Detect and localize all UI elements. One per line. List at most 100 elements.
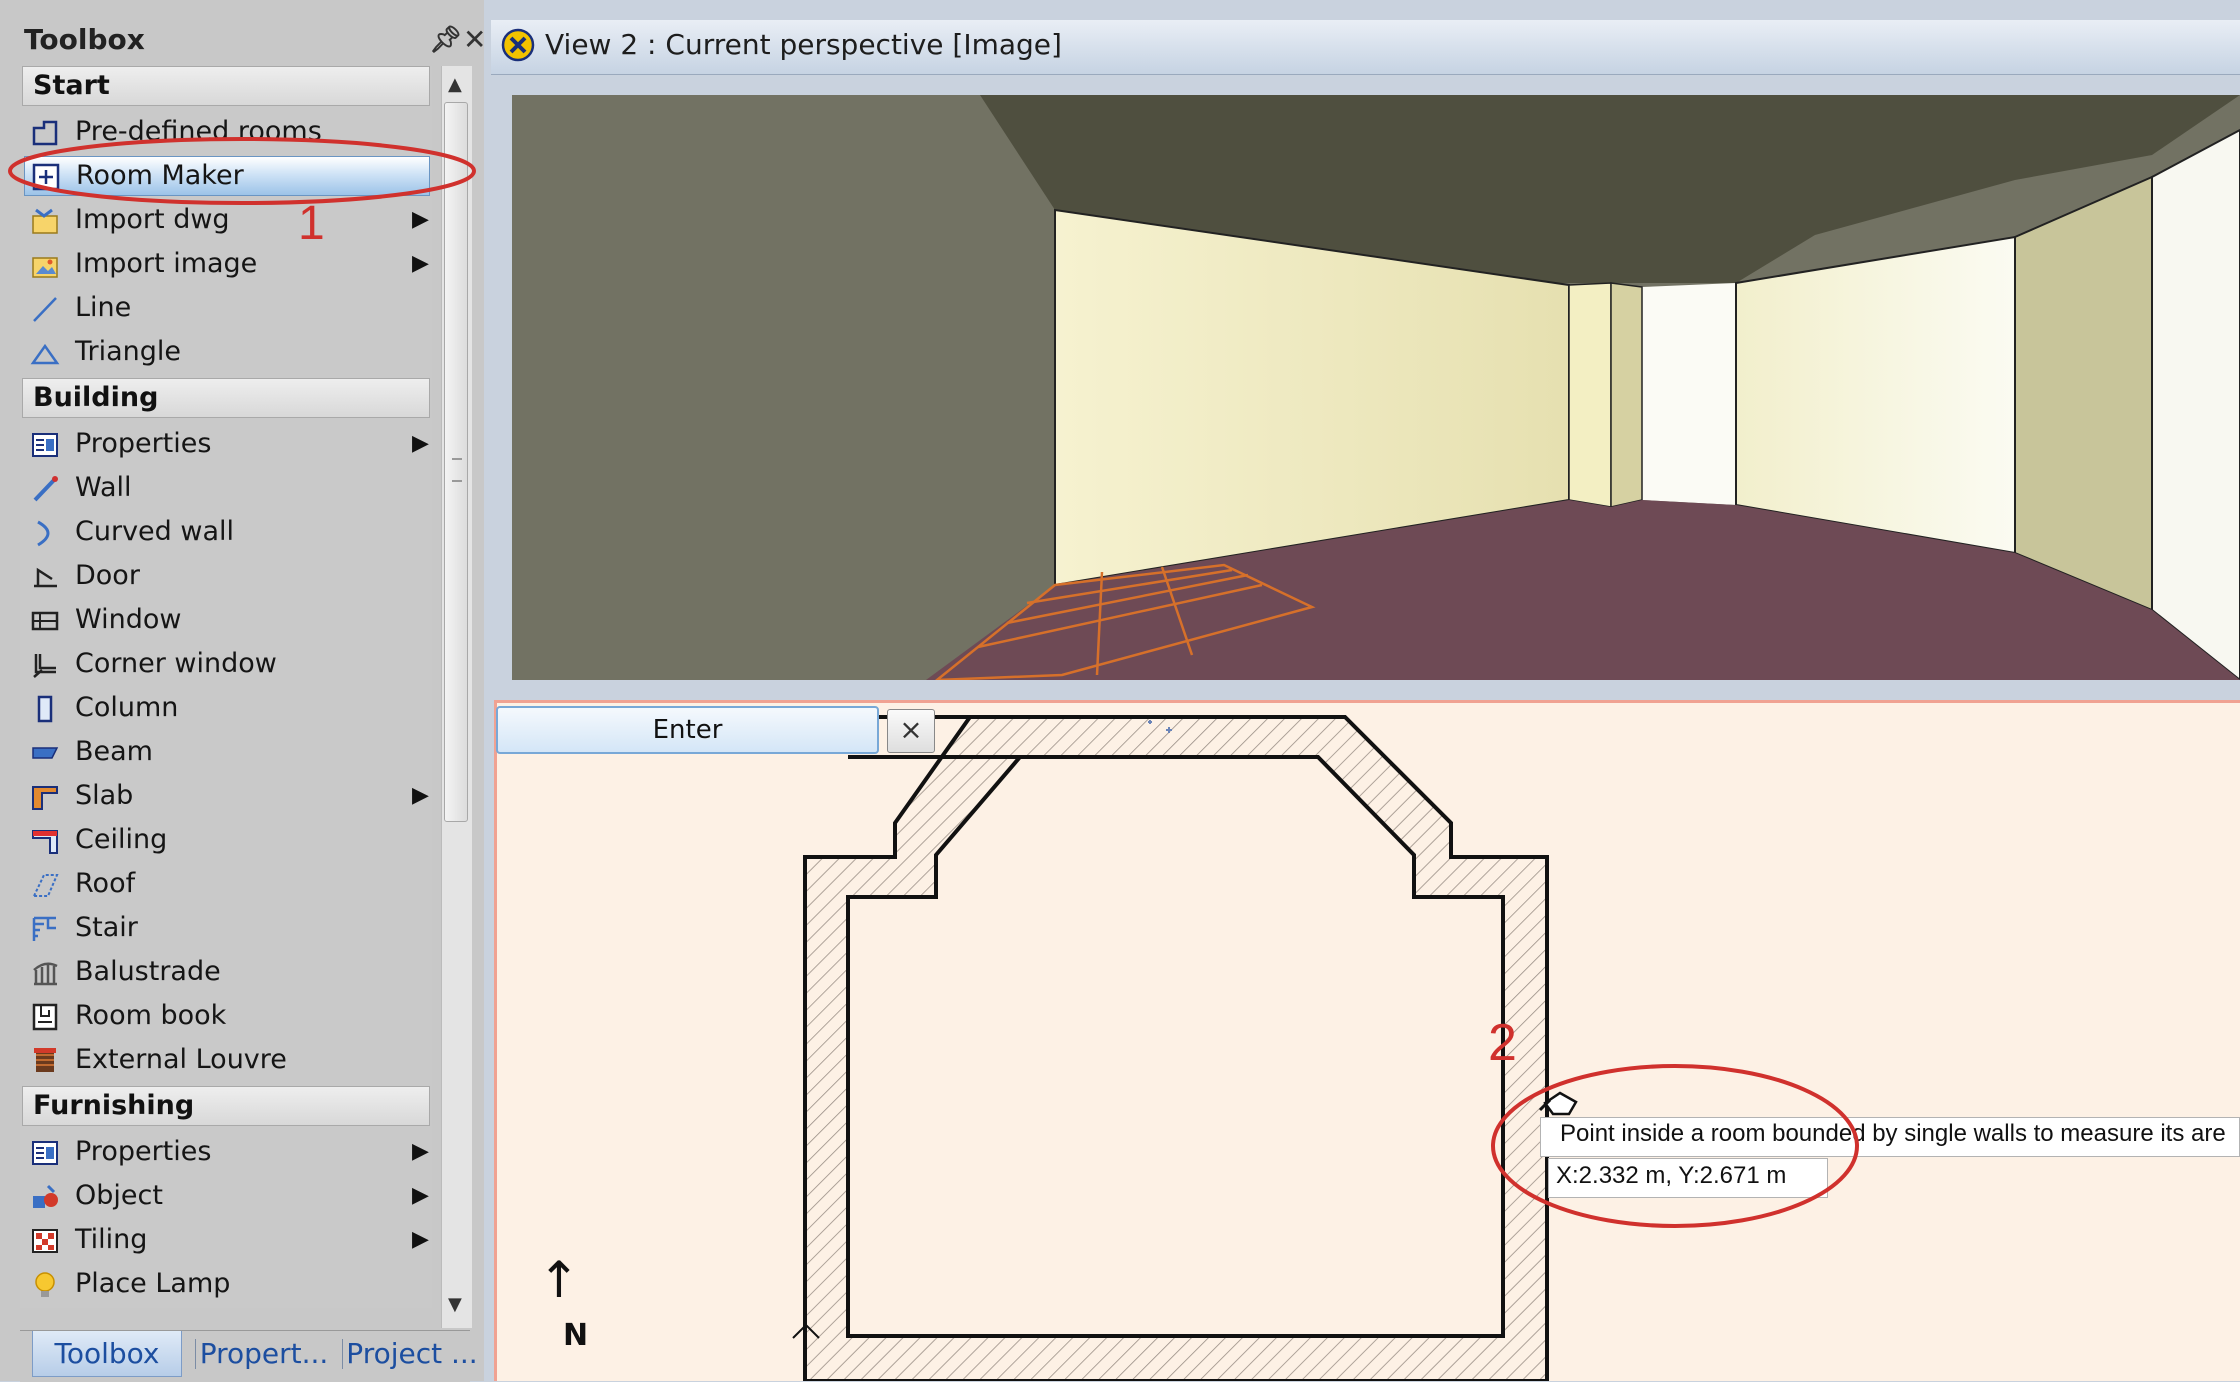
tool-object[interactable]: Object ▶ (20, 1174, 430, 1218)
floor-plan-drawing (792, 715, 1578, 1381)
tool-label: External Louvre (75, 1044, 287, 1075)
tool-balustrade[interactable]: Balustrade (20, 950, 430, 994)
column-icon (37, 695, 53, 723)
pin-icon[interactable]: 📌︎ (429, 18, 462, 62)
tool-label: Beam (75, 736, 153, 767)
tab-project[interactable]: Project ... (338, 1331, 486, 1377)
tool-label: Import image (75, 248, 258, 279)
toolbox-panel: Toolbox 📌︎ ✕ Start Pre-defined rooms Roo… (0, 0, 486, 1382)
category-building[interactable]: Building (22, 378, 430, 418)
curved-wall-icon (37, 520, 50, 547)
roof-icon (32, 874, 59, 897)
tool-corner-window[interactable]: Corner window (20, 642, 430, 686)
triangle-icon (30, 343, 60, 365)
perspective-render (512, 95, 2240, 680)
tool-predefined-rooms[interactable]: Pre-defined rooms (20, 110, 430, 154)
annotation-number-2: 2 (1488, 1014, 1517, 1072)
scroll-up-icon[interactable]: ▲ (448, 74, 462, 95)
tool-label: Corner window (75, 648, 277, 679)
tool-label: Slab (75, 780, 134, 811)
coordinate-readout: X:2.332 m, Y:2.671 m (1556, 1162, 1787, 1189)
tool-import-dwg[interactable]: Import dwg ▶ (20, 198, 430, 242)
tool-label: Stair (75, 912, 138, 943)
tool-label: Object (75, 1180, 163, 1211)
properties-icon (32, 1141, 58, 1165)
balustrade-icon (33, 962, 58, 986)
tool-label: Pre-defined rooms (75, 116, 322, 147)
ceiling-icon (32, 830, 58, 854)
toolbox-tabs: Toolbox Propert... Project ... (20, 1330, 478, 1382)
properties-icon (32, 433, 58, 457)
import-dwg-icon (32, 208, 58, 234)
tool-window[interactable]: Window (20, 598, 430, 642)
corner-window-icon (33, 654, 56, 678)
category-furnishing[interactable]: Furnishing (22, 1086, 430, 1126)
tab-toolbox[interactable]: Toolbox (32, 1331, 182, 1377)
submenu-arrow-icon: ▶ (412, 207, 429, 232)
tool-ceiling[interactable]: Ceiling (20, 818, 430, 862)
submenu-arrow-icon: ▶ (412, 1139, 429, 1164)
annotation-number-1: 1 (298, 197, 325, 250)
close-icon[interactable]: ✕ (463, 18, 486, 62)
tool-label: Column (75, 692, 179, 723)
tool-room-book[interactable]: Room book (20, 994, 430, 1038)
tool-door[interactable]: Door (20, 554, 430, 598)
north-arrow-icon: ↑ (538, 1251, 580, 1309)
tool-place-lamp[interactable]: Place Lamp (20, 1262, 430, 1306)
scroll-down-icon[interactable]: ▼ (448, 1294, 462, 1315)
tool-slab[interactable]: Slab ▶ (20, 774, 430, 818)
perspective-view[interactable] (512, 95, 2240, 680)
tool-label: Roof (75, 868, 136, 899)
submenu-arrow-icon: ▶ (412, 1183, 429, 1208)
tool-label: Tiling (75, 1224, 148, 1255)
tool-furnishing-properties[interactable]: Properties ▶ (20, 1130, 430, 1174)
tool-label: Room Maker (76, 160, 244, 191)
enter-button[interactable]: Enter (496, 706, 879, 754)
tool-tiling[interactable]: Tiling ▶ (20, 1218, 430, 1262)
tiling-icon (32, 1229, 58, 1253)
tool-room-maker[interactable]: Room Maker (24, 156, 430, 196)
tool-line[interactable]: Line (20, 286, 430, 330)
window-icon (31, 611, 59, 631)
submenu-arrow-icon: ▶ (412, 431, 429, 456)
slab-icon (32, 786, 58, 810)
wall-icon (33, 476, 58, 502)
tool-label: Balustrade (75, 956, 221, 987)
tool-label: Import dwg (75, 204, 230, 235)
enter-close-button[interactable]: × (887, 709, 935, 753)
tool-curved-wall[interactable]: Curved wall (20, 510, 430, 554)
tool-label: Wall (75, 472, 132, 503)
tool-label: Place Lamp (75, 1268, 231, 1299)
submenu-arrow-icon: ▶ (412, 783, 429, 808)
external-louvre-icon (34, 1048, 56, 1072)
tool-building-properties[interactable]: Properties ▶ (20, 422, 430, 466)
room-maker-icon (32, 163, 60, 191)
tool-label: Line (75, 292, 132, 323)
tool-beam[interactable]: Beam (20, 730, 430, 774)
stair-icon (32, 916, 56, 941)
tool-external-louvre[interactable]: External Louvre (20, 1038, 430, 1082)
tab-properties[interactable]: Propert... (190, 1331, 338, 1377)
scroll-thumb[interactable] (444, 102, 468, 822)
tool-roof[interactable]: Roof (20, 862, 430, 906)
tool-label: Curved wall (75, 516, 235, 547)
line-icon (33, 297, 57, 322)
tool-label: Door (75, 560, 140, 591)
submenu-arrow-icon: ▶ (412, 251, 429, 276)
tool-triangle[interactable]: Triangle (20, 330, 430, 374)
toolbox-list: Start Pre-defined rooms Room Maker Impor… (20, 66, 432, 1308)
import-image-icon (32, 257, 58, 278)
tool-column[interactable]: Column (20, 686, 430, 730)
category-start[interactable]: Start (22, 66, 430, 106)
view-close-icon[interactable] (501, 28, 535, 62)
view-title-bar: View 2 : Current perspective [Image] (491, 20, 2240, 75)
tool-import-image[interactable]: Import image ▶ (20, 242, 430, 286)
tool-label: Window (75, 604, 182, 635)
tool-label: Properties (75, 428, 212, 459)
lamp-icon (35, 1272, 55, 1297)
tool-stair[interactable]: Stair (20, 906, 430, 950)
tool-wall[interactable]: Wall (20, 466, 430, 510)
toolbox-scrollbar[interactable]: ▲ ▼ (441, 66, 472, 1328)
north-label: N (563, 1318, 589, 1353)
predefined-rooms-icon (32, 120, 58, 146)
